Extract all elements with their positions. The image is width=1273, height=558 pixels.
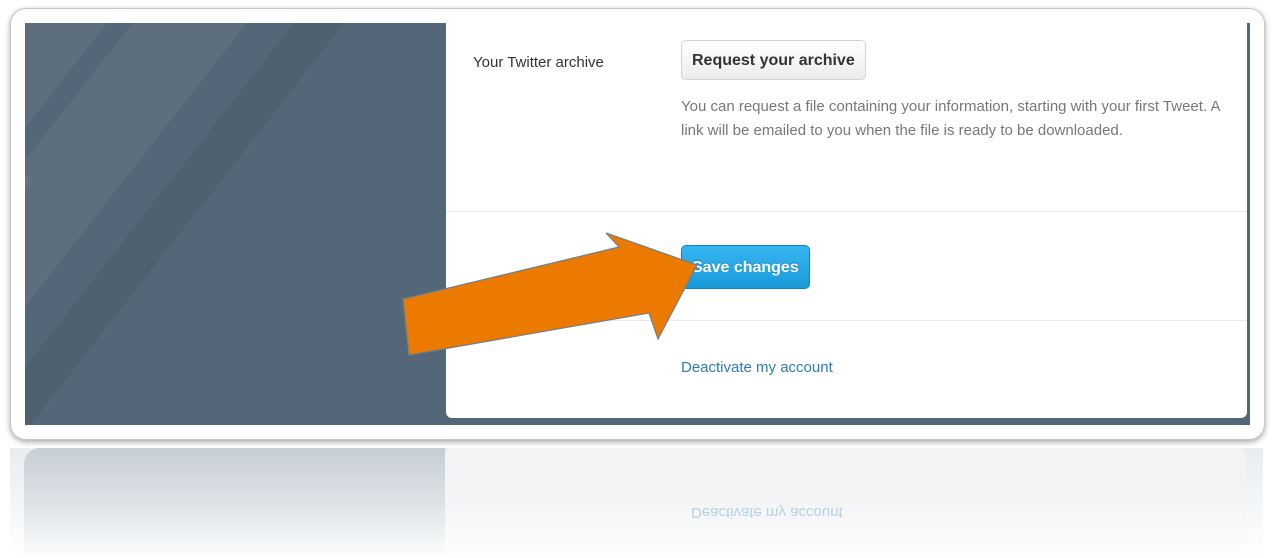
orange-arrow-annotation	[402, 232, 698, 356]
archive-help-text: You can request a file containing your i…	[681, 98, 1220, 139]
deactivate-account-link[interactable]: Deactivate my account	[681, 359, 833, 376]
archive-label: Your Twitter archive	[473, 54, 604, 71]
reflection-left	[24, 448, 445, 558]
reflection: Deactivate my account	[10, 448, 1263, 558]
reflected-deactivate-text: Deactivate my account	[691, 504, 843, 521]
reflection-right	[445, 448, 1246, 558]
arrow-shape	[402, 232, 698, 356]
save-changes-button[interactable]: Save changes	[681, 245, 810, 289]
section-divider	[446, 211, 1247, 212]
request-archive-button[interactable]: Request your archive	[681, 40, 866, 80]
settings-panel: Your Twitter archive Request your archiv…	[446, 23, 1247, 418]
screenshot-frame: Your Twitter archive Request your archiv…	[10, 8, 1265, 440]
page-background: Your Twitter archive Request your archiv…	[25, 23, 1250, 425]
